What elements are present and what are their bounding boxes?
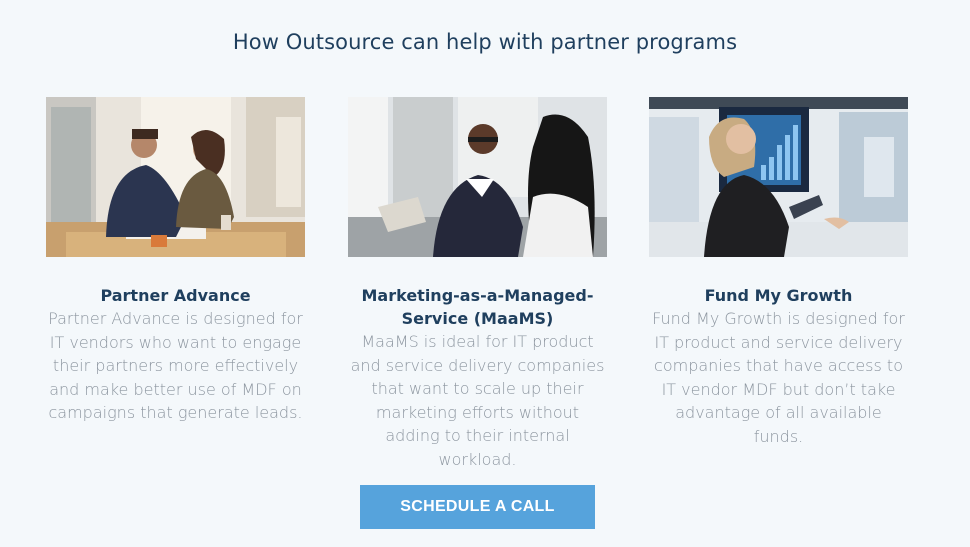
page-title: How Outsource can help with partner prog… <box>232 30 738 54</box>
schedule-call-button[interactable]: SCHEDULE A CALL <box>360 485 595 529</box>
card-title: Fund My Growth <box>704 286 853 305</box>
card-fund-my-growth: Fund My Growth Fund My Growth is designe… <box>649 97 908 448</box>
photo-fund-my-growth <box>649 97 908 257</box>
photo-partner-advance <box>46 97 305 257</box>
page: How Outsource can help with partner prog… <box>0 0 970 547</box>
card-description: MaaMS is ideal for IT product and servic… <box>350 332 605 469</box>
photo-maams <box>348 97 607 257</box>
card-partner-advance: Partner Advance Partner Advance is desig… <box>46 97 305 425</box>
card-description: Partner Advance is designed for IT vendo… <box>48 309 303 422</box>
card-title: Marketing-as-a-Managed-Service (MaaMS) <box>361 286 594 328</box>
card-description: Fund My Growth is designed for IT produc… <box>652 309 905 446</box>
card-title: Partner Advance <box>100 286 251 305</box>
card-maams: Marketing-as-a-Managed-Service (MaaMS) M… <box>348 97 607 471</box>
